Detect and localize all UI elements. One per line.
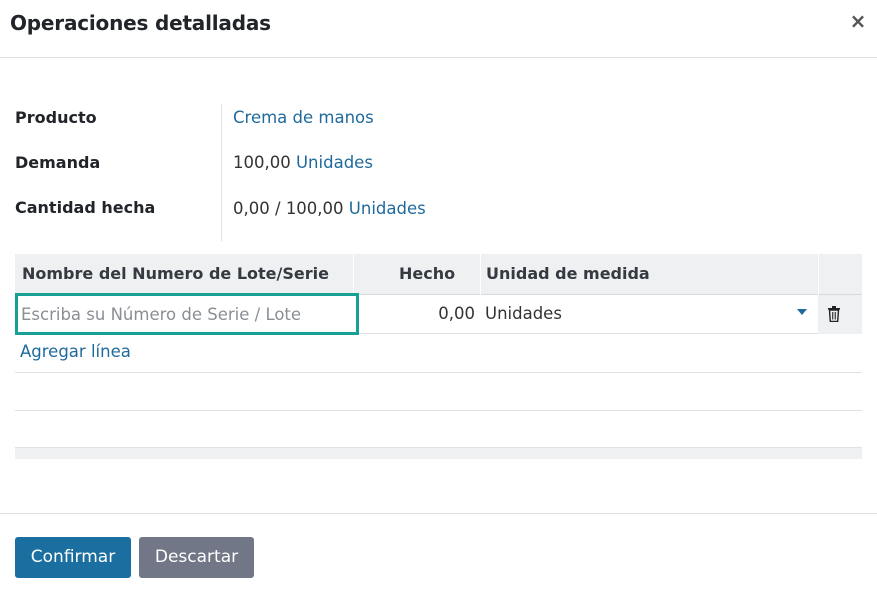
done-quantity: 0,00 [233, 199, 270, 218]
column-header-done[interactable]: Hecho [399, 264, 455, 283]
product-label: Producto [15, 108, 97, 127]
caret-down-icon[interactable] [797, 309, 807, 315]
table-row: 0,00 Unidades [15, 293, 862, 335]
done-separator: / [275, 199, 281, 218]
done-uom-link[interactable]: Unidades [349, 199, 426, 218]
column-divider [480, 254, 481, 295]
dialog-header: Operaciones detalladas × [0, 0, 877, 58]
empty-row [15, 334, 862, 373]
column-divider [353, 254, 354, 295]
discard-button[interactable]: Descartar [139, 537, 254, 578]
close-icon[interactable]: × [847, 10, 869, 32]
lot-serial-input[interactable] [15, 293, 359, 335]
product-link[interactable]: Crema de manos [233, 108, 374, 127]
column-divider [818, 254, 819, 295]
dialog-title: Operaciones detalladas [10, 11, 271, 35]
table-footer [15, 448, 862, 459]
demand-label: Demanda [15, 153, 101, 172]
column-header-uom[interactable]: Unidad de medida [486, 264, 650, 283]
empty-row [15, 373, 862, 411]
quantity-done-value: 0,00 / 100,00 Unidades [233, 199, 426, 218]
table-header: Nombre del Numero de Lote/Serie Hecho Un… [15, 254, 862, 295]
column-header-lot[interactable]: Nombre del Numero de Lote/Serie [22, 264, 329, 283]
empty-row [15, 411, 862, 448]
uom-select[interactable]: Unidades [485, 304, 562, 323]
demand-quantity: 100,00 [233, 153, 291, 172]
demand-uom-link[interactable]: Unidades [296, 153, 373, 172]
product-value: Crema de manos [233, 108, 374, 127]
delete-row-cell [818, 295, 862, 334]
field-separator [221, 104, 222, 241]
done-total: 100,00 [285, 199, 344, 218]
done-quantity-cell[interactable]: 0,00 [359, 304, 475, 323]
detailed-operations-dialog: Operaciones detalladas × Producto Demand… [0, 0, 877, 591]
trash-icon[interactable] [827, 306, 841, 322]
confirm-button[interactable]: Confirmar [15, 537, 131, 578]
quantity-done-label: Cantidad hecha [15, 198, 156, 217]
dialog-footer: Confirmar Descartar [0, 513, 877, 591]
demand-value: 100,00 Unidades [233, 153, 373, 172]
